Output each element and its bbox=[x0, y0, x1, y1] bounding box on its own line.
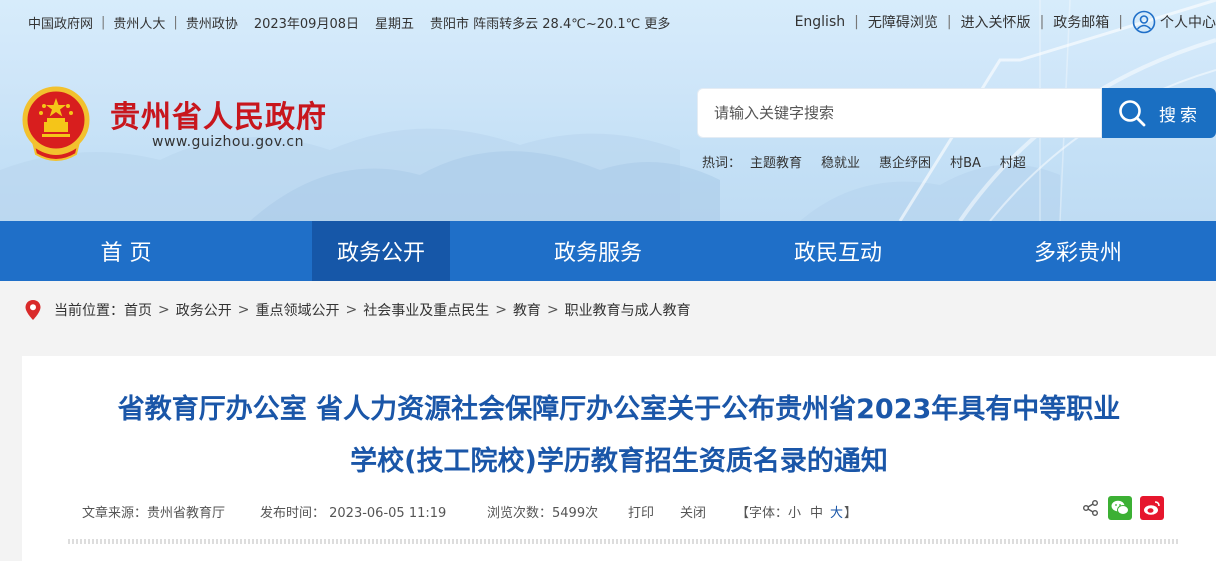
article-meta: 文章来源：贵州省教育厅 发布时间： 2023-06-05 11:19 浏览次数：… bbox=[82, 500, 1182, 522]
personal-center-label: 个人中心 bbox=[1160, 15, 1216, 31]
weibo-icon bbox=[1144, 501, 1160, 515]
top-utility-bar: 中国政府网 | 贵州人大 | 贵州政协 2023年09月08日 星期五 贵阳市 … bbox=[0, 0, 1216, 44]
weibo-share-button[interactable] bbox=[1140, 496, 1164, 520]
user-circle-icon bbox=[1132, 10, 1156, 34]
header-banner: 中国政府网 | 贵州人大 | 贵州政协 2023年09月08日 星期五 贵阳市 … bbox=[0, 0, 1216, 221]
content-divider bbox=[68, 539, 1178, 544]
breadcrumb-item[interactable]: 重点领域公开 bbox=[255, 300, 339, 320]
breadcrumb-prefix: 当前位置： bbox=[54, 303, 124, 319]
breadcrumb-item[interactable]: 政务公开 bbox=[176, 300, 232, 320]
font-size-medium[interactable]: 中 bbox=[810, 502, 823, 521]
site-url: www.guizhou.gov.cn bbox=[152, 134, 304, 150]
current-date: 2023年09月08日 bbox=[253, 17, 359, 32]
wechat-share-button[interactable] bbox=[1108, 496, 1132, 520]
nav-item-gov-services[interactable]: 政务服务 bbox=[548, 221, 648, 281]
hot-words-label: 热词： bbox=[702, 156, 742, 171]
link-guizhou-npc[interactable]: 贵州人大 bbox=[113, 13, 165, 32]
nav-item-home[interactable]: 首 页 bbox=[0, 221, 252, 281]
breadcrumb-item[interactable]: 职业教育与成人教育 bbox=[565, 300, 691, 320]
personal-center-link[interactable]: 个人中心 bbox=[1132, 10, 1216, 34]
search-button-label: 搜索 bbox=[1159, 105, 1201, 126]
font-size-large[interactable]: 大 bbox=[830, 502, 843, 521]
link-care-version[interactable]: 进入关怀版 bbox=[961, 12, 1031, 32]
hot-word[interactable]: 村BA bbox=[950, 152, 981, 171]
nav-item-gov-affairs-open[interactable]: 政务公开 bbox=[312, 221, 450, 281]
font-size-label: 【字体： bbox=[736, 506, 789, 521]
font-size-small[interactable]: 小 bbox=[788, 502, 801, 521]
link-gov-mail[interactable]: 政务邮箱 bbox=[1053, 12, 1109, 32]
article-title: 省教育厅办公室 省人力资源社会保障厅办公室关于公布贵州省2023年具有中等职业 … bbox=[22, 384, 1216, 488]
main-nav: 首 页 政务公开 政务服务 政民互动 多彩贵州 bbox=[0, 221, 1216, 281]
search-input[interactable] bbox=[698, 89, 1101, 137]
topbar-right: English | 无障碍浏览 | 进入关怀版 | 政务邮箱 | 个人中心 bbox=[795, 10, 1216, 34]
publish-time: 发布时间： 2023-06-05 11:19 bbox=[260, 506, 447, 521]
search-button[interactable]: 搜索 bbox=[1102, 88, 1216, 138]
search-icon bbox=[1119, 100, 1146, 127]
font-size-bracket-close: 】 bbox=[844, 506, 858, 521]
nav-item-colorful-guizhou[interactable]: 多彩贵州 bbox=[1028, 221, 1128, 281]
breadcrumb-item[interactable]: 社会事业及重点民生 bbox=[363, 300, 489, 320]
search-box bbox=[697, 88, 1102, 138]
link-english[interactable]: English bbox=[795, 14, 846, 30]
view-count: 浏览次数：5499次 bbox=[487, 506, 599, 521]
hot-word[interactable]: 稳就业 bbox=[821, 152, 860, 171]
weekday: 星期五 bbox=[375, 17, 415, 32]
topbar-left: 中国政府网 | 贵州人大 | 贵州政协 2023年09月08日 星期五 贵阳市 … bbox=[28, 13, 671, 32]
hot-word[interactable]: 惠企纾困 bbox=[879, 152, 931, 171]
link-china-gov[interactable]: 中国政府网 bbox=[28, 13, 93, 32]
article-title-line-2: 学校(技工院校)学历教育招生资质名录的通知 bbox=[350, 446, 888, 477]
share-buttons bbox=[1082, 496, 1164, 520]
article-card: 省教育厅办公室 省人力资源社会保障厅办公室关于公布贵州省2023年具有中等职业 … bbox=[22, 356, 1216, 561]
link-guizhou-cppcc[interactable]: 贵州政协 bbox=[186, 13, 238, 32]
weather-info[interactable]: 贵阳市 阵雨转多云 28.4℃~20.1℃ 更多 bbox=[430, 13, 670, 32]
article-source: 文章来源：贵州省教育厅 bbox=[82, 506, 226, 521]
hot-word[interactable]: 村超 bbox=[1000, 152, 1026, 171]
link-accessibility[interactable]: 无障碍浏览 bbox=[868, 12, 938, 32]
breadcrumb: 当前位置： 首页 > 政务公开 > 重点领域公开 > 社会事业及重点民生 > 教… bbox=[0, 281, 1216, 339]
close-link[interactable]: 关闭 bbox=[680, 502, 706, 521]
print-link[interactable]: 打印 bbox=[628, 502, 654, 521]
hot-word[interactable]: 主题教育 bbox=[750, 152, 802, 171]
article-title-line-1: 省教育厅办公室 省人力资源社会保障厅办公室关于公布贵州省2023年具有中等职业 bbox=[117, 394, 1121, 425]
location-pin-icon bbox=[25, 300, 41, 320]
hot-words: 热词： 主题教育 稳就业 惠企纾困 村BA 村超 bbox=[702, 152, 1026, 171]
breadcrumb-item[interactable]: 教育 bbox=[513, 300, 541, 320]
site-title[interactable]: 贵州省人民政府 bbox=[110, 92, 327, 136]
wechat-icon bbox=[1111, 500, 1129, 515]
national-emblem-logo[interactable] bbox=[20, 84, 92, 162]
share-icon[interactable] bbox=[1082, 499, 1100, 517]
breadcrumb-item[interactable]: 首页 bbox=[124, 300, 152, 320]
nav-item-interaction[interactable]: 政民互动 bbox=[788, 221, 888, 281]
